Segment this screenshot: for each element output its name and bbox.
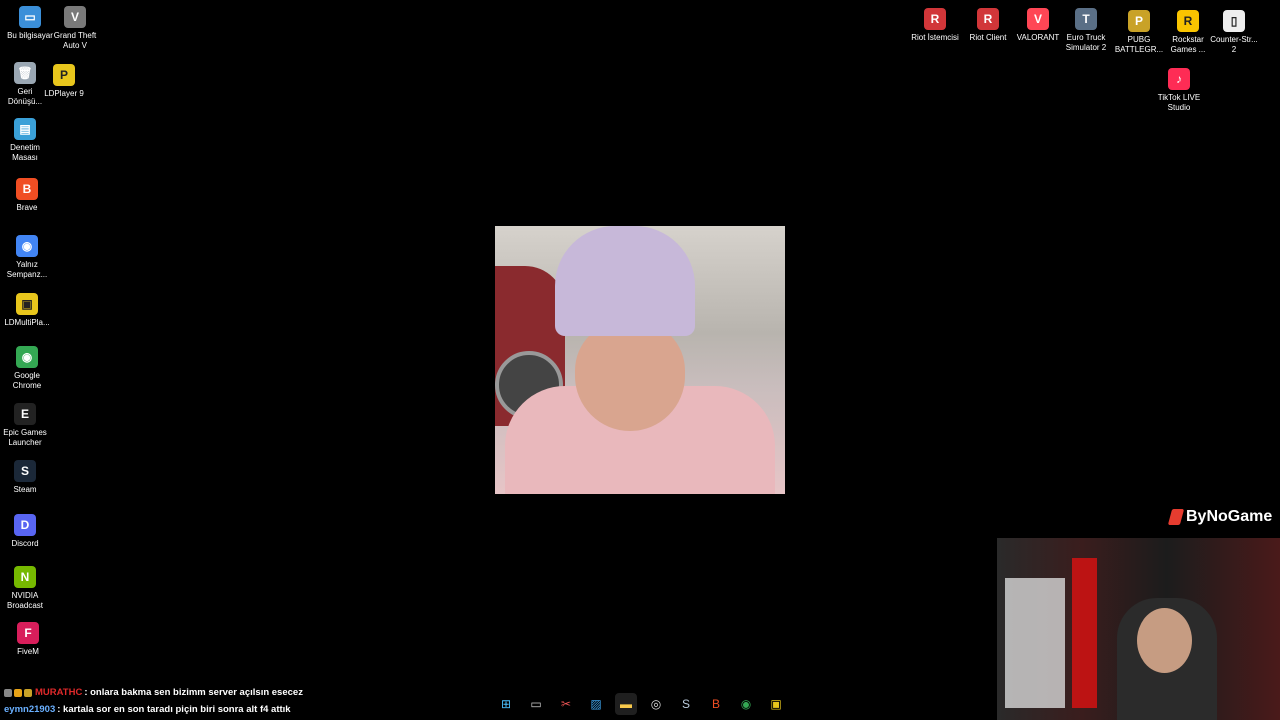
desktop-icon-brave[interactable]: B Brave (0, 178, 57, 213)
photo-viewer-image (495, 226, 785, 494)
chat-username: MURATHC (35, 687, 83, 698)
euro-truck-icon: T (1075, 8, 1097, 30)
taskbar-task-view-icon[interactable]: ▭ (525, 693, 547, 715)
epic-games-icon: E (14, 403, 36, 425)
desktop-icon-label: LDMultiPla... (4, 318, 50, 327)
chat-badges (4, 688, 32, 697)
tiktok-live-icon: ♪ (1168, 68, 1190, 90)
pubg-icon: P (1128, 10, 1150, 32)
desktop-icon-label: Grand Theft Auto V (53, 31, 97, 50)
desktop-icon-control-panel[interactable]: ▤ Denetim Masası (0, 118, 55, 163)
desktop-icon-label: Google Chrome (12, 371, 42, 390)
photo-face (575, 321, 685, 431)
desktop-icon-label: Discord (11, 539, 39, 548)
desktop-icon-label: Denetim Masası (10, 143, 40, 162)
desktop-icon-gta[interactable]: V Grand Theft Auto V (45, 6, 105, 51)
desktop-icon-riot-client[interactable]: R Riot İstemcisi (905, 8, 965, 43)
desktop-icon-label: Yalnız Sempanz... (6, 260, 48, 279)
brand-text: ByNoGame (1186, 508, 1273, 525)
desktop-icon-nvidia[interactable]: N NVIDIA Broadcast (0, 566, 55, 611)
webcam-overlay (997, 538, 1280, 720)
chrome-icon: ◉ (16, 346, 38, 368)
chrome-profile-icon: ◉ (16, 235, 38, 257)
desktop-icon-fivem[interactable]: F FiveM (0, 622, 58, 657)
desktop-icon-label: VALORANT (1016, 33, 1060, 42)
desktop-icon-label: PUBG BATTLEGR... (1114, 35, 1164, 54)
desktop-icon-label: Euro Truck Simulator 2 (1065, 33, 1107, 52)
desktop-icon-steam[interactable]: S Steam (0, 460, 55, 495)
desktop-icon-label: NVIDIA Broadcast (6, 591, 44, 610)
mod-badge-icon (4, 688, 12, 697)
chat-username: eymn21903 (4, 704, 56, 715)
photo-beanie (555, 226, 695, 336)
taskbar-brave-icon[interactable]: B (705, 693, 727, 715)
ldmultiplayer-icon: ▣ (16, 293, 38, 315)
taskbar-steam-icon[interactable]: S (675, 693, 697, 715)
gift-badge-icon (24, 688, 32, 697)
taskbar-file-explorer-icon[interactable]: ▬ (615, 693, 637, 715)
fivem-icon: F (17, 622, 39, 644)
webcam-red-light (1072, 558, 1097, 708)
rockstar-icon: R (1177, 10, 1199, 32)
valorant-icon: V (1027, 8, 1049, 30)
discord-icon: D (14, 514, 36, 536)
control-panel-icon: ▤ (14, 118, 36, 140)
desktop-icon-label: Counter-Str... 2 (1210, 35, 1258, 54)
riot-client-icon: R (924, 8, 946, 30)
recycle-bin-icon: 🗑 (14, 62, 36, 84)
taskbar-app-icon[interactable]: ▣ (765, 693, 787, 715)
desktop-icon-chrome[interactable]: ◉ Google Chrome (0, 346, 57, 391)
desktop-icon-label: Rockstar Games ... (1170, 35, 1206, 54)
file-icon: ▯ (1223, 10, 1245, 32)
desktop-icon-label: TikTok LIVE Studio (1157, 93, 1201, 112)
taskbar-windows-start-icon[interactable]: ⊞ (495, 693, 517, 715)
desktop-icon-label: LDPlayer 9 (44, 89, 84, 98)
desktop-icon-label: Riot İstemcisi (911, 33, 959, 42)
desktop-icon-tiktok-live[interactable]: ♪ TikTok LIVE Studio (1149, 68, 1209, 113)
riot-client-icon: R (977, 8, 999, 30)
webcam-shelf (1005, 578, 1065, 708)
gta-icon: V (64, 6, 86, 28)
chat-text: : onlara bakma sen bizimm server açılsın… (84, 687, 303, 698)
desktop-icon-label: Riot Client (969, 33, 1007, 42)
computer-icon: ▭ (19, 6, 41, 28)
taskbar-photos-icon[interactable]: ▨ (585, 693, 607, 715)
desktop-icon-label: Steam (13, 485, 37, 494)
chat-text: : kartala sor en son taradı piçin biri s… (57, 704, 291, 715)
desktop-icon-label: Epic Games Launcher (3, 428, 47, 447)
webcam-head (1137, 608, 1192, 673)
desktop-icon-file[interactable]: ▯ Counter-Str... 2 (1204, 10, 1264, 55)
steam-icon: S (14, 460, 36, 482)
desktop-icon-euro-truck[interactable]: T Euro Truck Simulator 2 (1056, 8, 1116, 53)
desktop-icon-discord[interactable]: D Discord (0, 514, 55, 549)
desktop-icon-label: Brave (16, 203, 38, 212)
desktop-icon-chrome-profile[interactable]: ◉ Yalnız Sempanz... (0, 235, 57, 280)
brand-logo-icon (1167, 509, 1185, 525)
brand-watermark: ByNoGame (1167, 508, 1273, 526)
subscriber-badge-icon (14, 688, 22, 697)
taskbar-snipping-tool-icon[interactable]: ✂ (555, 693, 577, 715)
taskbar: ⊞ ▭ ✂ ▨ ▬ ◎ S B ◉ ▣ (495, 692, 787, 716)
desktop-icon-label: FiveM (17, 647, 39, 656)
taskbar-chrome-icon[interactable]: ◉ (735, 693, 757, 715)
desktop-icon-ldmultiplayer[interactable]: ▣ LDMultiPla... (0, 293, 57, 328)
desktop-icon-epic-games[interactable]: E Epic Games Launcher (0, 403, 55, 448)
brave-icon: B (16, 178, 38, 200)
taskbar-obs-icon[interactable]: ◎ (645, 693, 667, 715)
nvidia-icon: N (14, 566, 36, 588)
ldplayer-icon: P (53, 64, 75, 86)
desktop-icon-ldplayer[interactable]: P LDPlayer 9 (34, 64, 94, 99)
